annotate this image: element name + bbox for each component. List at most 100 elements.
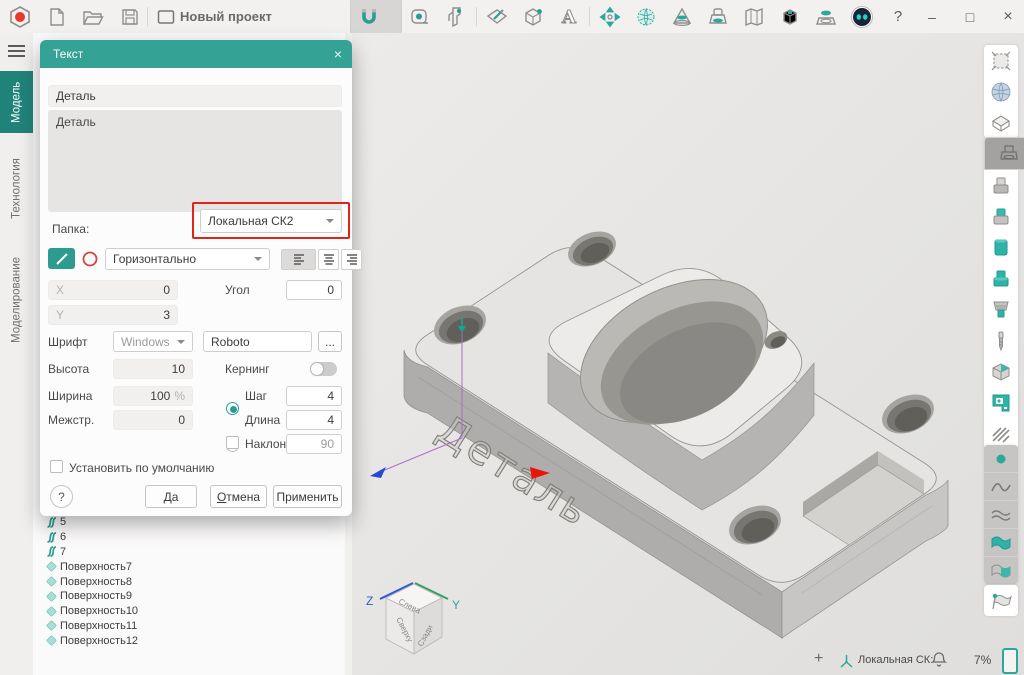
box-3d-button[interactable]	[772, 0, 808, 33]
direction-select[interactable]: Горизонтально	[105, 248, 270, 270]
text-tool-button[interactable]: A	[551, 0, 587, 33]
tab-model[interactable]: Модель	[0, 71, 33, 133]
cnc-machine-button[interactable]	[984, 387, 1018, 418]
font-name-input[interactable]: Roboto	[203, 331, 312, 352]
width-field[interactable]: 100%	[113, 386, 193, 406]
teal-cylinder-button[interactable]	[984, 232, 1018, 263]
new-document-button[interactable]	[44, 0, 68, 33]
kerning-label: Кернинг	[225, 362, 270, 376]
zoom-plus-button[interactable]: +	[814, 650, 823, 668]
map-button[interactable]	[736, 0, 772, 33]
coordinate-system-icon[interactable]	[838, 652, 855, 669]
apply-button[interactable]: Применить	[273, 485, 342, 508]
curve-button[interactable]	[984, 473, 1018, 501]
magnet-tool-button[interactable]	[350, 0, 402, 34]
blank-part-button[interactable]	[984, 137, 1024, 170]
set-default-checkbox[interactable]	[50, 460, 63, 473]
waves-button[interactable]	[984, 501, 1018, 529]
tree-item[interactable]: 7	[45, 545, 325, 560]
slant-field[interactable]: 90	[286, 434, 342, 454]
mesh-sphere-button[interactable]	[628, 0, 664, 33]
close-button[interactable]: ×	[993, 0, 1023, 33]
maximize-button[interactable]: □	[955, 0, 985, 33]
minimize-button[interactable]: –	[917, 0, 947, 33]
tree-item[interactable]: Поверхность10	[45, 604, 325, 619]
slant-checkbox[interactable]	[226, 436, 239, 449]
tab-modeling[interactable]: Моделирование	[0, 241, 33, 359]
drill-bit-button[interactable]	[984, 325, 1018, 356]
font-browse-button[interactable]: ...	[318, 331, 342, 352]
stock-teal-top-button[interactable]	[984, 201, 1018, 232]
tree-item[interactable]: 5	[45, 515, 325, 530]
slant-label: Наклон	[245, 437, 286, 451]
notifications-bell-icon[interactable]	[931, 651, 947, 668]
angle-field[interactable]: 0	[286, 280, 342, 300]
align-left-button[interactable]	[281, 249, 316, 270]
machined-part-button[interactable]	[984, 356, 1018, 387]
dialog-titlebar[interactable]: Текст	[40, 40, 352, 68]
battery-indicator-icon[interactable]	[1002, 648, 1018, 674]
mesh-ball-button[interactable]	[984, 76, 1018, 107]
cone-section-button[interactable]	[664, 0, 700, 33]
dialog-title: Текст	[53, 47, 83, 61]
tree-item-label: Поверхность10	[60, 605, 138, 617]
line-spacing-field[interactable]: 0	[113, 410, 193, 430]
folder-select[interactable]: Локальная СК2	[200, 209, 342, 233]
part-3d[interactable]: Деталь	[370, 225, 948, 638]
caliper-button[interactable]	[438, 0, 474, 33]
open-folder-button[interactable]	[80, 0, 106, 33]
view-cube[interactable]: Слева Сверху Сзади Z Y	[366, 583, 460, 654]
tape-measure-button[interactable]	[402, 0, 438, 33]
ok-button[interactable]: Да	[145, 485, 197, 508]
move-tool-button[interactable]	[592, 0, 628, 33]
circle-mode-button[interactable]	[79, 248, 100, 269]
text-content-textarea[interactable]: Деталь	[48, 110, 342, 212]
tree-item[interactable]: Поверхность9	[45, 589, 325, 604]
thicken-surface-button[interactable]	[984, 107, 1018, 138]
scene-3d[interactable]: Деталь Слева Сверху	[352, 33, 1024, 675]
tab-technology[interactable]: Технология	[0, 145, 33, 233]
dialog-close-icon[interactable]: ×	[334, 40, 342, 68]
surface-teal-button[interactable]	[984, 529, 1018, 557]
save-button[interactable]	[117, 0, 143, 33]
stock-cylinder-button[interactable]	[984, 170, 1018, 201]
tree-item[interactable]: 6	[45, 530, 325, 545]
tree-item[interactable]: Поверхность8	[45, 574, 325, 589]
tree-item-label: Поверхность7	[60, 561, 132, 573]
x-coordinate-field[interactable]: X0	[48, 280, 178, 300]
app-logo-icon[interactable]	[7, 0, 33, 33]
viewport-3d[interactable]: Деталь Слева Сверху	[352, 33, 1024, 675]
sketch-button[interactable]	[479, 0, 515, 33]
surface-split-button[interactable]	[984, 557, 1018, 584]
flag-point-button[interactable]	[984, 585, 1018, 616]
kerning-toggle[interactable]	[310, 362, 337, 376]
help-button[interactable]: ?	[880, 0, 916, 33]
active-cs-label[interactable]: Локальная СК:	[858, 654, 933, 666]
text-name-input[interactable]: Деталь	[48, 85, 342, 107]
tool-holder-button[interactable]	[984, 294, 1018, 325]
dialog-help-button[interactable]: ?	[50, 485, 73, 508]
lathe-part-button[interactable]	[700, 0, 736, 33]
height-field[interactable]: 10	[113, 359, 193, 379]
cancel-button[interactable]: Отмена	[210, 485, 267, 508]
y-coordinate-field[interactable]: Y3	[48, 305, 178, 325]
tree-item-label: Поверхность12	[60, 635, 138, 647]
assistant-button[interactable]	[844, 0, 880, 33]
font-system-select[interactable]: Windows	[113, 331, 193, 352]
step-field[interactable]: 4	[286, 386, 342, 406]
teal-stepped-part-button[interactable]	[984, 263, 1018, 294]
tree-item[interactable]: Поверхность7	[45, 559, 325, 574]
align-right-button[interactable]	[341, 249, 362, 270]
scale-plate-button[interactable]	[808, 0, 844, 33]
step-radio[interactable]	[226, 402, 239, 415]
align-center-button[interactable]	[318, 249, 339, 270]
tree-item[interactable]: Поверхность12	[45, 633, 325, 648]
cube-body-button[interactable]	[515, 0, 551, 33]
draw-line-toggle-button[interactable]	[48, 248, 75, 269]
menu-icon[interactable]	[8, 45, 25, 57]
length-field[interactable]: 4	[286, 410, 342, 430]
zoom-level[interactable]: 7%	[974, 653, 991, 667]
patch-surface-button[interactable]	[984, 45, 1018, 76]
tree-item[interactable]: Поверхность11	[45, 619, 325, 634]
point-button[interactable]	[984, 445, 1018, 473]
